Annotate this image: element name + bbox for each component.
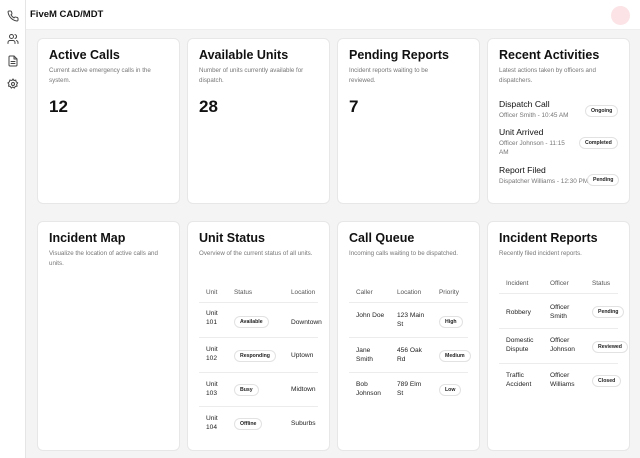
users-icon[interactable] xyxy=(7,33,19,45)
card-description: Current active emergency calls in the sy… xyxy=(49,67,151,84)
divider xyxy=(499,328,618,329)
status-badge: Pending xyxy=(587,174,620,186)
card-title: Call Queue xyxy=(349,231,415,245)
activity-subtitle: Officer Johnson - 11:15 AM xyxy=(499,140,565,156)
active-calls-count: 12 xyxy=(49,97,68,116)
status-badge: Completed xyxy=(579,137,618,149)
status-badge: Available xyxy=(234,316,269,328)
location-cell: Downtown xyxy=(291,319,322,326)
divider xyxy=(349,302,468,303)
available-units-card: Available Units Number of units currentl… xyxy=(187,38,330,204)
unit-cell: Unit 104 xyxy=(206,415,218,431)
incident-map-card: Incident Map Visualize the location of a… xyxy=(37,221,180,451)
settings-icon[interactable] xyxy=(7,78,19,90)
status-badge: Busy xyxy=(234,384,259,396)
available-units-count: 28 xyxy=(199,97,218,116)
call-queue-card: Call Queue Incoming calls waiting to be … xyxy=(337,221,480,451)
location-cell: 789 Elm St xyxy=(397,381,422,397)
divider xyxy=(199,302,318,303)
recent-activities-card: Recent Activities Latest actions taken b… xyxy=(487,38,630,204)
card-title: Active Calls xyxy=(49,48,120,62)
card-title: Unit Status xyxy=(199,231,265,245)
activity-title: Unit Arrived xyxy=(499,127,544,137)
divider xyxy=(349,337,468,338)
status-badge: Ongoing xyxy=(585,105,619,117)
status-badge: Responding xyxy=(234,350,276,362)
status-badge: Closed xyxy=(592,375,622,387)
status-badge: Pending xyxy=(592,306,625,318)
unit-cell: Unit 103 xyxy=(206,381,218,397)
location-cell: 456 Oak Rd xyxy=(397,347,422,363)
column-header-location[interactable]: Location xyxy=(397,289,421,296)
card-title: Pending Reports xyxy=(349,48,450,62)
caller-cell: John Doe xyxy=(356,312,385,319)
location-cell: Midtown xyxy=(291,386,316,393)
card-description: Latest actions taken by officers and dis… xyxy=(499,67,596,84)
active-calls-card: Active Calls Current active emergency ca… xyxy=(37,38,180,204)
caller-cell: Jane Smith xyxy=(356,347,373,363)
divider xyxy=(199,337,318,338)
top-bar: FiveM CAD/MDT xyxy=(26,0,640,30)
divider xyxy=(349,372,468,373)
priority-badge: Low xyxy=(439,384,462,396)
column-header-status[interactable]: Status xyxy=(592,280,610,287)
officer-cell: Officer Smith xyxy=(550,304,570,320)
priority-badge: High xyxy=(439,316,463,328)
card-title: Recent Activities xyxy=(499,48,600,62)
column-header-unit[interactable]: Unit xyxy=(206,289,217,296)
location-cell: 123 Main St xyxy=(397,312,425,328)
location-cell: Uptown xyxy=(291,352,314,359)
column-header-caller[interactable]: Caller xyxy=(356,289,373,296)
column-header-status[interactable]: Status xyxy=(234,289,252,296)
map-area[interactable] xyxy=(49,272,168,439)
incident-reports-card: Incident Reports Recently filed incident… xyxy=(487,221,630,451)
incident-cell: Domestic Dispute xyxy=(506,337,534,353)
unit-status-card: Unit Status Overview of the current stat… xyxy=(187,221,330,451)
card-title: Incident Reports xyxy=(499,231,598,245)
officer-cell: Officer Johnson xyxy=(550,337,575,353)
caller-cell: Bob Johnson xyxy=(356,381,381,397)
column-header-incident[interactable]: Incident xyxy=(506,280,528,287)
divider xyxy=(499,293,618,294)
officer-cell: Officer Williams xyxy=(550,372,575,388)
avatar[interactable] xyxy=(611,6,630,25)
status-badge: Offline xyxy=(234,418,263,430)
unit-cell: Unit 101 xyxy=(206,310,218,326)
column-header-officer[interactable]: Officer xyxy=(550,280,569,287)
divider xyxy=(199,372,318,373)
card-description: Number of units currently available for … xyxy=(199,67,304,84)
pending-reports-count: 7 xyxy=(349,97,359,116)
status-badge: Reviewed xyxy=(592,341,628,353)
column-header-priority[interactable]: Priority xyxy=(439,289,459,296)
location-cell: Suburbs xyxy=(291,420,316,427)
card-description: Incoming calls waiting to be dispatched. xyxy=(349,250,459,257)
divider xyxy=(199,406,318,407)
document-icon[interactable] xyxy=(7,55,19,67)
card-description: Incident reports waiting to be reviewed. xyxy=(349,67,429,84)
divider xyxy=(499,363,618,364)
incident-cell: Traffic Accident xyxy=(506,372,532,388)
incident-cell: Robbery xyxy=(506,309,531,316)
card-title: Incident Map xyxy=(49,231,126,245)
app-title: FiveM CAD/MDT xyxy=(30,9,104,20)
sidebar xyxy=(0,0,26,458)
card-description: Recently filed incident reports. xyxy=(499,250,582,257)
unit-cell: Unit 102 xyxy=(206,346,218,362)
phone-icon[interactable] xyxy=(7,10,19,22)
column-header-location[interactable]: Location xyxy=(291,289,315,296)
priority-badge: Medium xyxy=(439,350,471,362)
pending-reports-card: Pending Reports Incident reports waiting… xyxy=(337,38,480,204)
card-description: Visualize the location of active calls a… xyxy=(49,250,158,267)
activity-subtitle: Dispatcher Williams - 12:30 PM xyxy=(499,178,589,185)
card-title: Available Units xyxy=(199,48,289,62)
card-description: Overview of the current status of all un… xyxy=(199,250,313,257)
activity-subtitle: Officer Smith - 10:45 AM xyxy=(499,112,569,119)
